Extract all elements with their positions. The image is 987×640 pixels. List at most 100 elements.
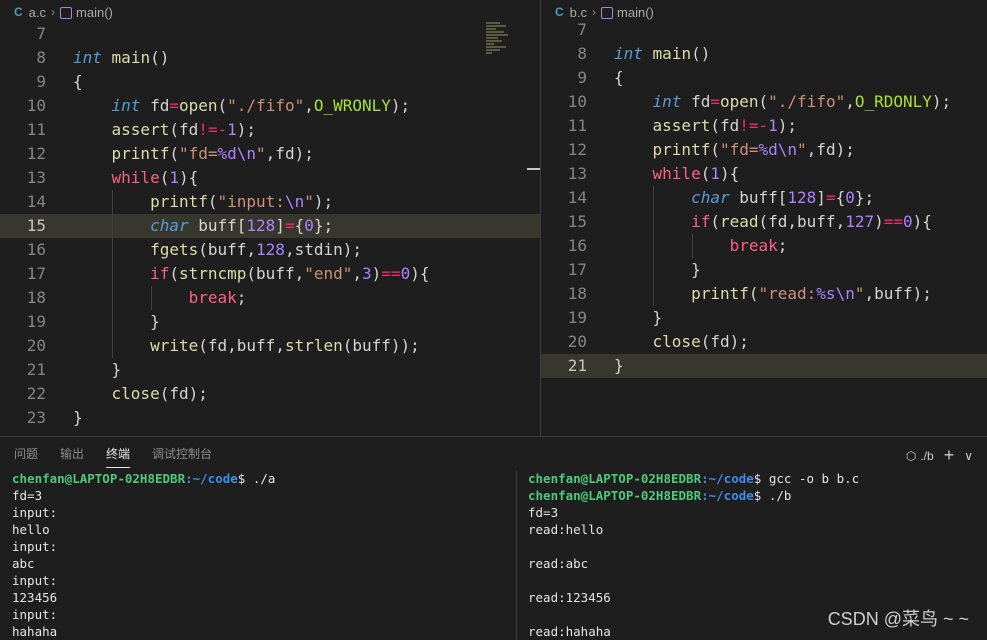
terminal-toolbar: ⬡ ./b + ∨ (896, 445, 973, 466)
code-text: } (73, 408, 83, 427)
code-line[interactable]: 14 printf("input:\n"); (0, 190, 540, 214)
code-line[interactable]: 17 } (541, 258, 987, 282)
command-text: $ ./b (753, 488, 792, 503)
breadcrumb-symbol[interactable]: main() (76, 5, 113, 20)
code-text: break; (188, 288, 247, 307)
code-line[interactable]: 13 while(1){ (0, 166, 540, 190)
breadcrumb-file[interactable]: a.c (29, 5, 46, 20)
code-line[interactable]: 10 int fd=open("./fifo",O_WRONLY); (0, 94, 540, 118)
code-line[interactable]: 15 char buff[128]={0}; (0, 214, 540, 238)
left-editor[interactable]: C a.c › main() 7 8 int main() 9{10 int fd=o… (0, 0, 540, 436)
code-text: break; (729, 236, 788, 255)
code-text: printf("read:%s\n",buff); (691, 284, 932, 303)
code-line[interactable]: 15 if(read(fd,buff,127)==0){ (541, 210, 987, 234)
terminal-line: chenfan@LAPTOP-02H8EDBR:~/code$ gcc -o b… (528, 470, 978, 487)
line-number: 17 (567, 260, 587, 279)
panel-tab[interactable]: 终端 (106, 437, 131, 470)
line-number: 12 (26, 144, 46, 163)
line-number: 14 (26, 192, 46, 211)
code-line[interactable]: 18 break; (0, 286, 540, 310)
code-line[interactable]: 19 } (0, 310, 540, 334)
line-number: 13 (26, 168, 46, 187)
code-line[interactable]: 12 printf("fd=%d\n",fd); (541, 138, 987, 162)
terminal-line: fd=3 (528, 504, 978, 521)
terminal-line: input: (12, 538, 512, 555)
chevron-right-icon: › (51, 5, 56, 19)
output-text: fd=3 (12, 488, 43, 503)
code-line[interactable]: 14 char buff[128]={0}; (541, 186, 987, 210)
code-line[interactable]: 19 } (541, 306, 987, 330)
code-text: close(fd); (111, 384, 208, 403)
indent-guide (653, 186, 655, 210)
terminal-split-divider[interactable] (516, 471, 517, 640)
code-line[interactable]: 10 int fd=open("./fifo",O_RDONLY); (541, 90, 987, 114)
line-number: 10 (567, 92, 587, 111)
code-line[interactable]: 21 } (0, 358, 540, 382)
code-text: } (614, 308, 663, 327)
code-line[interactable]: 22 close(fd); (0, 382, 540, 406)
code-text: write(fd,buff,strlen(buff)); (150, 336, 420, 355)
scrollbar-marker[interactable] (527, 168, 540, 170)
code-line[interactable]: 20 write(fd,buff,strlen(buff)); (0, 334, 540, 358)
panel-tab[interactable]: 输出 (60, 437, 84, 470)
terminal-line: read:123456 (528, 589, 978, 606)
code-line[interactable]: 8 int main() (541, 42, 987, 66)
code-line[interactable]: 9{ (0, 70, 540, 94)
code-line[interactable]: 12 printf("fd=%d\n",fd); (0, 142, 540, 166)
code-line[interactable]: 7 (541, 18, 987, 42)
line-number: 16 (567, 236, 587, 255)
code-line[interactable]: 17 if(strncmp(buff,"end",3)==0){ (0, 262, 540, 286)
code-area[interactable]: 7 8 int main() 9{10 int fd=open("./fifo",O_… (541, 18, 987, 378)
indent-guide (112, 310, 114, 334)
line-number: 23 (26, 408, 46, 427)
terminal-left[interactable]: chenfan@LAPTOP-02H8EDBR:~/code$ ./a fd=3 i… (12, 470, 512, 640)
terminal-line: input: (12, 572, 512, 589)
panel-tab[interactable]: 问题 (14, 437, 38, 470)
code-line[interactable]: 18 printf("read:%s\n",buff); (541, 282, 987, 306)
indent-guide (653, 258, 655, 282)
code-line[interactable]: 21} (541, 354, 987, 378)
code-text: } (614, 260, 701, 279)
code-text: } (73, 360, 122, 379)
code-text: int main() (614, 44, 711, 63)
terminal-name[interactable]: ./b (920, 449, 933, 463)
terminal-icon: ⬡ (905, 448, 917, 463)
line-number: 19 (567, 308, 587, 327)
terminal-line: 123456 (12, 589, 512, 606)
code-line[interactable]: 20 close(fd); (541, 330, 987, 354)
output-text: read:hello (528, 522, 604, 537)
panel-tab[interactable]: 调试控制台 (152, 437, 212, 470)
line-number: 22 (26, 384, 46, 403)
code-line[interactable]: 13 while(1){ (541, 162, 987, 186)
code-line[interactable]: 23} (0, 406, 540, 430)
code-line[interactable]: 11 assert(fd!=-1); (541, 114, 987, 138)
prompt-path: :~/code (701, 471, 754, 486)
line-number: 7 (36, 24, 46, 43)
output-text: input: (12, 539, 58, 554)
minimap[interactable] (486, 22, 510, 68)
code-text: assert(fd!=-1); (111, 120, 257, 139)
code-text: int fd=open("./fifo",O_WRONLY); (111, 96, 411, 115)
line-number: 16 (26, 240, 46, 259)
code-line[interactable]: 11 assert(fd!=-1); (0, 118, 540, 142)
chevron-down-icon[interactable]: ∨ (964, 449, 973, 463)
terminal-line: abc (12, 555, 512, 572)
output-text: read:hahaha (528, 624, 611, 639)
code-line[interactable]: 7 (0, 22, 540, 46)
indent-guide (653, 234, 655, 258)
output-text: input: (12, 573, 58, 588)
right-editor[interactable]: C b.c › main() 7 8 int main() 9{10 int fd=o… (541, 0, 987, 436)
line-number: 13 (567, 164, 587, 183)
plus-icon[interactable]: + (944, 445, 955, 466)
indent-guide (112, 262, 114, 286)
code-line[interactable]: 16 fgets(buff,128,stdin); (0, 238, 540, 262)
code-text: int fd=open("./fifo",O_RDONLY); (652, 92, 952, 111)
code-line[interactable]: 8 int main() (0, 46, 540, 70)
code-line[interactable]: 16 break; (541, 234, 987, 258)
code-area[interactable]: 7 8 int main() 9{10 int fd=open("./fifo",O_… (0, 22, 540, 430)
output-text: hahaha (12, 624, 58, 639)
line-number: 20 (567, 332, 587, 351)
prompt-user: chenfan@LAPTOP-02H8EDBR (528, 488, 702, 503)
code-line[interactable]: 9{ (541, 66, 987, 90)
